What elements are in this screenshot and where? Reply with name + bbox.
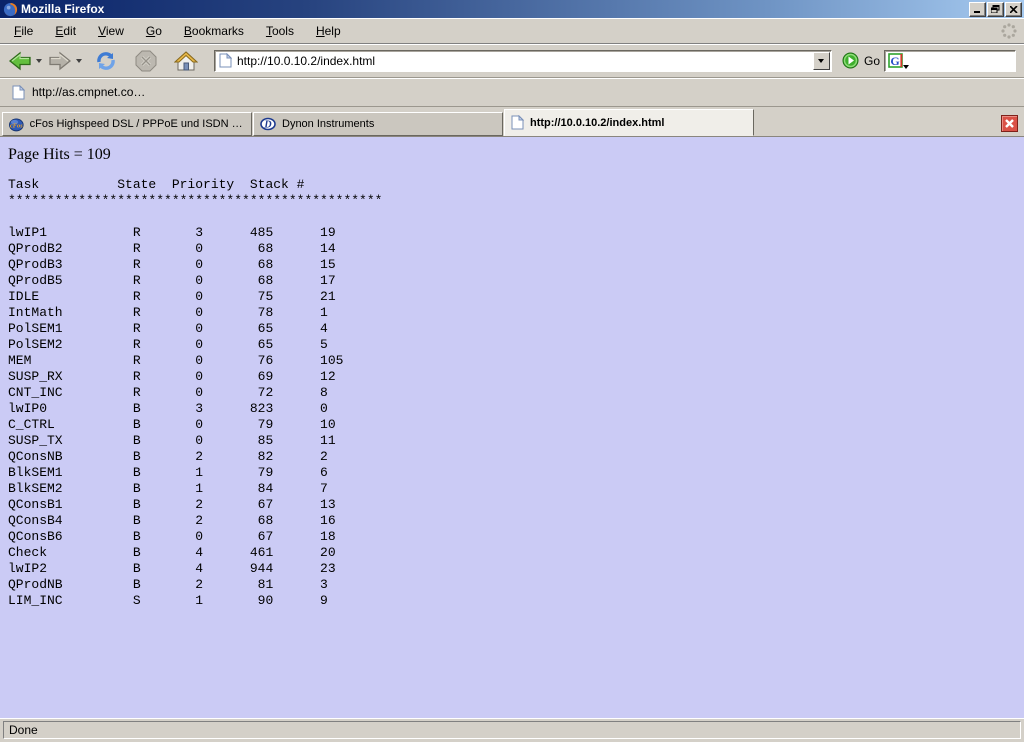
- bookmark-item[interactable]: http://as.cmpnet.co…: [8, 83, 149, 102]
- tab-label: Dynon Instruments: [282, 118, 374, 130]
- restore-button[interactable]: [987, 2, 1004, 17]
- close-window-button[interactable]: [1005, 2, 1022, 17]
- menu-tools[interactable]: Tools: [258, 21, 302, 41]
- tab-1[interactable]: cFos cFos Highspeed DSL / PPPoE und ISDN…: [2, 112, 252, 136]
- task-row: QConsB1 B 2 67 13: [8, 497, 1016, 513]
- task-row: PolSEM2 R 0 65 5: [8, 337, 1016, 353]
- page-hits-text: Page Hits = 109: [8, 146, 1016, 164]
- svg-text:D: D: [263, 120, 271, 131]
- tab-label: cFos Highspeed DSL / PPPoE und ISDN CAP…: [30, 118, 245, 130]
- task-row: lwIP2 B 4 944 23: [8, 561, 1016, 577]
- page-content: Page Hits = 109 Task State Priority Stac…: [0, 137, 1024, 718]
- menu-bookmarks[interactable]: Bookmarks: [176, 21, 252, 41]
- svg-text:cFos: cFos: [10, 123, 23, 130]
- task-row: MEM R 0 76 105: [8, 353, 1016, 369]
- task-row: IDLE R 0 75 21: [8, 289, 1016, 305]
- window-title: Mozilla Firefox: [21, 2, 968, 16]
- search-engine-dropdown-arrow[interactable]: [903, 65, 909, 69]
- task-row: [8, 209, 1016, 225]
- task-row: BlkSEM1 B 1 79 6: [8, 465, 1016, 481]
- go-button[interactable]: Go: [842, 52, 880, 69]
- task-row: QProdB3 R 0 68 15: [8, 257, 1016, 273]
- back-dropdown-arrow[interactable]: [36, 59, 42, 63]
- titlebar: Mozilla Firefox: [0, 0, 1024, 18]
- task-row: QProdNB B 2 81 3: [8, 577, 1016, 593]
- url-bar[interactable]: [214, 50, 832, 72]
- minimize-button[interactable]: [969, 2, 986, 17]
- forward-button[interactable]: [46, 49, 74, 73]
- tab-3[interactable]: http://10.0.10.2/index.html: [504, 109, 754, 136]
- navigation-toolbar: Go G: [0, 44, 1024, 78]
- svg-text:G: G: [890, 54, 899, 68]
- status-text: Done: [3, 721, 1021, 739]
- firefox-logo-icon: [3, 2, 18, 17]
- task-row: QConsB6 B 0 67 18: [8, 529, 1016, 545]
- task-row: QConsB4 B 2 68 16: [8, 513, 1016, 529]
- tab-label: http://10.0.10.2/index.html: [530, 117, 664, 129]
- home-button[interactable]: [172, 49, 200, 73]
- task-row: PolSEM1 R 0 65 4: [8, 321, 1016, 337]
- bookmark-label: http://as.cmpnet.co…: [32, 85, 145, 99]
- task-row: Check B 4 461 20: [8, 545, 1016, 561]
- task-table: Task State Priority Stack #*************…: [8, 177, 1016, 609]
- page-favicon: [219, 53, 232, 68]
- task-row: SUSP_RX R 0 69 12: [8, 369, 1016, 385]
- status-bar: Done: [0, 718, 1024, 742]
- throbber-icon: [1000, 22, 1018, 40]
- tab-bar: cFos cFos Highspeed DSL / PPPoE und ISDN…: [0, 107, 1024, 137]
- dynon-favicon: D: [260, 116, 276, 132]
- page-favicon: [12, 85, 25, 100]
- menu-bar: File Edit View Go Bookmarks Tools Help: [0, 18, 1024, 44]
- menu-edit[interactable]: Edit: [47, 21, 84, 41]
- bookmarks-toolbar: http://as.cmpnet.co…: [0, 78, 1024, 107]
- menu-file[interactable]: File: [6, 21, 41, 41]
- menu-view[interactable]: View: [90, 21, 132, 41]
- stop-button[interactable]: [132, 48, 160, 74]
- task-row: LIM_INC S 1 90 9: [8, 593, 1016, 609]
- close-tab-button[interactable]: [1001, 115, 1018, 132]
- task-row: lwIP0 B 3 823 0: [8, 401, 1016, 417]
- search-box[interactable]: G: [884, 50, 1016, 72]
- url-input[interactable]: [235, 54, 813, 68]
- search-input[interactable]: [911, 54, 1001, 68]
- cfos-favicon: cFos: [9, 116, 24, 132]
- go-button-label: Go: [864, 54, 880, 68]
- google-icon[interactable]: G: [888, 53, 904, 69]
- forward-dropdown-arrow[interactable]: [76, 59, 82, 63]
- url-dropdown-button[interactable]: [813, 52, 830, 70]
- task-row: SUSP_TX B 0 85 11: [8, 433, 1016, 449]
- back-button[interactable]: [6, 49, 34, 73]
- page-favicon: [511, 115, 524, 130]
- task-row: QProdB2 R 0 68 14: [8, 241, 1016, 257]
- task-row: Task State Priority Stack #: [8, 177, 1016, 193]
- tab-2[interactable]: D Dynon Instruments: [253, 112, 503, 136]
- task-row: ****************************************…: [8, 193, 1016, 209]
- menu-go[interactable]: Go: [138, 21, 170, 41]
- task-row: IntMath R 0 78 1: [8, 305, 1016, 321]
- task-row: BlkSEM2 B 1 84 7: [8, 481, 1016, 497]
- task-row: QProdB5 R 0 68 17: [8, 273, 1016, 289]
- task-row: lwIP1 R 3 485 19: [8, 225, 1016, 241]
- task-row: QConsNB B 2 82 2: [8, 449, 1016, 465]
- task-row: CNT_INC R 0 72 8: [8, 385, 1016, 401]
- task-row: C_CTRL B 0 79 10: [8, 417, 1016, 433]
- reload-button[interactable]: [92, 48, 120, 74]
- menu-help[interactable]: Help: [308, 21, 349, 41]
